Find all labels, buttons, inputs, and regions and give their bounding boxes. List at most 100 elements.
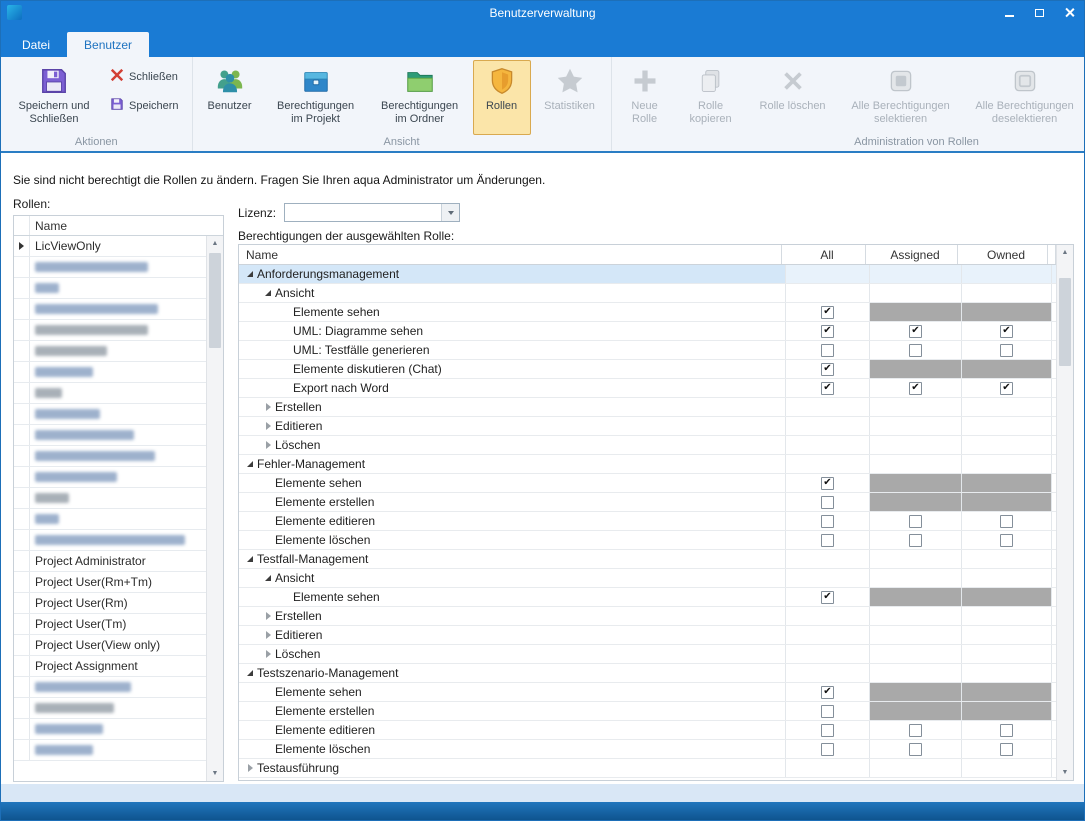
checkbox-unchecked[interactable] — [821, 743, 834, 756]
column-name[interactable]: Name — [239, 245, 782, 264]
checkbox-checked[interactable]: ✔ — [821, 325, 834, 338]
permission-row[interactable]: Elemente erstellen — [239, 702, 1056, 721]
checkbox-checked[interactable]: ✔ — [821, 306, 834, 319]
all-cell[interactable] — [786, 512, 870, 530]
expander-icon[interactable] — [243, 670, 257, 676]
all-cell[interactable] — [786, 341, 870, 359]
checkbox-unchecked[interactable] — [821, 534, 834, 547]
owned-cell[interactable] — [962, 664, 1052, 682]
owned-cell[interactable]: ✔ — [962, 379, 1052, 397]
role-row[interactable]: Project Administrator — [14, 551, 206, 572]
close-ribbon-button[interactable]: Schließen — [105, 65, 188, 88]
minimize-button[interactable] — [994, 1, 1024, 24]
role-row[interactable] — [14, 362, 206, 383]
role-row[interactable] — [14, 320, 206, 341]
all-cell[interactable] — [786, 740, 870, 758]
expander-icon[interactable] — [261, 403, 275, 411]
role-row[interactable] — [14, 404, 206, 425]
role-row[interactable]: Project User(Tm) — [14, 614, 206, 635]
expander-icon[interactable] — [261, 290, 275, 296]
assigned-cell[interactable] — [870, 417, 962, 435]
expander-icon[interactable] — [261, 575, 275, 581]
owned-cell[interactable] — [962, 265, 1052, 283]
all-cell[interactable] — [786, 721, 870, 739]
table-scroll-thumb[interactable] — [1059, 278, 1071, 366]
owned-cell[interactable] — [962, 284, 1052, 302]
permission-row[interactable]: Elemente editieren — [239, 512, 1056, 531]
maximize-button[interactable] — [1024, 1, 1054, 24]
permission-row[interactable]: Elemente sehen✔ — [239, 303, 1056, 322]
all-cell[interactable] — [786, 398, 870, 416]
all-cell[interactable] — [786, 550, 870, 568]
checkbox-checked[interactable]: ✔ — [1000, 325, 1013, 338]
checkbox-unchecked[interactable] — [909, 515, 922, 528]
checkbox-unchecked[interactable] — [821, 344, 834, 357]
all-cell[interactable]: ✔ — [786, 360, 870, 378]
assigned-cell[interactable] — [870, 398, 962, 416]
role-row[interactable] — [14, 488, 206, 509]
permission-row[interactable]: UML: Diagramme sehen✔✔✔ — [239, 322, 1056, 341]
all-cell[interactable]: ✔ — [786, 303, 870, 321]
scroll-up-icon[interactable]: ▲ — [1057, 245, 1073, 260]
expander-icon[interactable] — [261, 612, 275, 620]
assigned-cell[interactable] — [870, 284, 962, 302]
permission-row[interactable]: Löschen — [239, 645, 1056, 664]
permission-row[interactable]: Elemente editieren — [239, 721, 1056, 740]
checkbox-unchecked[interactable] — [1000, 515, 1013, 528]
column-all[interactable]: All — [782, 245, 866, 264]
role-row[interactable] — [14, 719, 206, 740]
checkbox-checked[interactable]: ✔ — [909, 382, 922, 395]
permission-row[interactable]: Elemente sehen✔ — [239, 588, 1056, 607]
expander-icon[interactable] — [243, 764, 257, 772]
all-cell[interactable]: ✔ — [786, 683, 870, 701]
assigned-cell[interactable]: ✔ — [870, 379, 962, 397]
all-cell[interactable] — [786, 265, 870, 283]
role-row[interactable] — [14, 740, 206, 761]
scroll-up-icon[interactable]: ▲ — [207, 236, 223, 251]
owned-cell[interactable] — [962, 398, 1052, 416]
role-row[interactable]: Project Assignment — [14, 656, 206, 677]
permission-row[interactable]: Anforderungsmanagement — [239, 265, 1056, 284]
permissions-project-button[interactable]: Berechtigungenim Projekt — [265, 60, 367, 135]
role-row[interactable]: LicViewOnly — [14, 236, 206, 257]
checkbox-unchecked[interactable] — [1000, 534, 1013, 547]
checkbox-checked[interactable]: ✔ — [909, 325, 922, 338]
checkbox-unchecked[interactable] — [821, 705, 834, 718]
permission-row[interactable]: Löschen — [239, 436, 1056, 455]
expander-icon[interactable] — [261, 631, 275, 639]
tab-benutzer[interactable]: Benutzer — [67, 32, 149, 57]
assigned-cell[interactable] — [870, 341, 962, 359]
close-button[interactable] — [1054, 1, 1084, 24]
owned-cell[interactable] — [962, 455, 1052, 473]
checkbox-unchecked[interactable] — [821, 496, 834, 509]
role-row[interactable]: Project User(Rm) — [14, 593, 206, 614]
expander-icon[interactable] — [243, 271, 257, 277]
roles-scroll-thumb[interactable] — [209, 253, 221, 348]
checkbox-unchecked[interactable] — [909, 344, 922, 357]
checkbox-unchecked[interactable] — [909, 743, 922, 756]
permission-row[interactable]: Erstellen — [239, 607, 1056, 626]
assigned-cell[interactable] — [870, 512, 962, 530]
checkbox-checked[interactable]: ✔ — [821, 477, 834, 490]
assigned-cell[interactable] — [870, 455, 962, 473]
all-cell[interactable] — [786, 417, 870, 435]
permission-row[interactable]: Elemente sehen✔ — [239, 683, 1056, 702]
role-row[interactable] — [14, 278, 206, 299]
checkbox-checked[interactable]: ✔ — [1000, 382, 1013, 395]
checkbox-unchecked[interactable] — [821, 515, 834, 528]
benutzer-button[interactable]: Benutzer — [197, 60, 263, 135]
tab-datei[interactable]: Datei — [5, 32, 67, 57]
assigned-cell[interactable] — [870, 626, 962, 644]
table-scrollbar[interactable]: ▲ ▼ — [1056, 245, 1073, 780]
permissions-folder-button[interactable]: Berechtigungenim Ordner — [369, 60, 471, 135]
all-cell[interactable] — [786, 569, 870, 587]
checkbox-checked[interactable]: ✔ — [821, 591, 834, 604]
assigned-cell[interactable] — [870, 607, 962, 625]
assigned-cell[interactable] — [870, 664, 962, 682]
permission-row[interactable]: Elemente löschen — [239, 531, 1056, 550]
checkbox-unchecked[interactable] — [909, 724, 922, 737]
owned-cell[interactable] — [962, 417, 1052, 435]
owned-cell[interactable] — [962, 436, 1052, 454]
role-row[interactable] — [14, 509, 206, 530]
role-row[interactable] — [14, 677, 206, 698]
